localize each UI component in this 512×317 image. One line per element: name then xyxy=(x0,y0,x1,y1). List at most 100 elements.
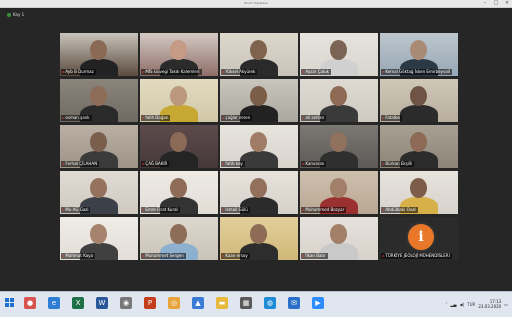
person-head xyxy=(330,132,347,152)
participant-tile[interactable]: ⌀ Muhammet Sergen xyxy=(140,217,218,260)
participant-name: Muhammed Bozyar xyxy=(305,207,345,212)
calculator-icon[interactable]: ▦ xyxy=(240,297,252,309)
participant-tile[interactable]: i ⌀ TÜRKİYE JEOLOJİ MÜHENDİSLERİ xyxy=(380,217,458,260)
maximize-icon[interactable]: □ xyxy=(491,0,501,7)
participant-name: Ferhat ÇİLAHAN xyxy=(65,161,98,166)
muted-mic-icon: ⌀ xyxy=(62,115,65,120)
participant-tile[interactable]: ⌀ Kemal Göktağ İsken Emirbeyvail xyxy=(380,33,458,76)
muted-mic-icon: ⌀ xyxy=(142,207,145,212)
participant-name: İlkan Batır xyxy=(305,253,326,258)
participant-tile[interactable]: ⌀ Ayb B Durmaz xyxy=(60,33,138,76)
minimize-icon[interactable]: – xyxy=(480,0,490,7)
language-label[interactable]: TUR xyxy=(467,302,475,307)
participant-tile[interactable]: ⌀ fatih key xyxy=(220,125,298,168)
excel-icon[interactable]: X xyxy=(72,297,84,309)
participant-name: Kaan ersoy xyxy=(225,253,248,258)
clock[interactable]: 17:13 23.03.2020 xyxy=(478,299,501,309)
person-head xyxy=(90,132,107,152)
taskbar: ● e X W ◉ P ◎ ▲ ▬ ▦ ◍ ✉ ▶ ˄ ▂▄ ◀) TUR 17:13 23.03.20… xyxy=(0,291,512,317)
participant-name: Mahmut Kaya xyxy=(65,253,93,258)
folder-icon[interactable]: ▬ xyxy=(216,297,228,309)
person-head xyxy=(170,224,187,244)
globe-icon[interactable]: ◍ xyxy=(264,297,276,309)
disk-icon[interactable]: ◉ xyxy=(120,297,132,309)
participant-tile[interactable]: ⌀ çağlar ersen xyxy=(220,79,298,122)
meeting-info[interactable]: Kay 1 xyxy=(7,12,24,17)
participant-tile[interactable]: ⌀ ali sertan xyxy=(300,79,378,122)
windows-start-icon[interactable] xyxy=(4,297,16,309)
participant-name: MİS Güvegi Takdı Kalemleri xyxy=(145,69,200,74)
participant-tile[interactable]: ⌀ ÇAĞ BAKIR xyxy=(140,125,218,168)
participant-name-tag: ⌀ TÜRKİYE JEOLOJİ MÜHENDİSLERİ xyxy=(381,253,452,259)
participant-tile[interactable]: ⌀ Abdülbaki Oval xyxy=(380,171,458,214)
participant-tile[interactable]: ⌀ Muhammed Bozyar xyxy=(300,171,378,214)
muted-mic-icon: ⌀ xyxy=(302,161,305,166)
volume-icon[interactable]: ◀) xyxy=(460,302,465,307)
participant-tile[interactable]: ⌀ falih Doğan xyxy=(140,79,218,122)
participant-name: Ismail Gülü xyxy=(225,207,248,212)
person-head xyxy=(90,178,107,198)
participant-name: ali sertan xyxy=(305,115,325,120)
chrome-icon[interactable]: ● xyxy=(24,297,36,309)
participant-tile[interactable]: ⌀ İlkan Batır xyxy=(300,217,378,260)
close-icon[interactable]: × xyxy=(502,0,512,7)
participant-name-tag: ⌀ Emre Fırat Kural xyxy=(141,207,180,213)
person-head xyxy=(170,86,187,106)
participant-name-tag: ⌀ Kemal Göktağ İsken Emirbeyvail xyxy=(381,69,453,75)
person-body xyxy=(400,105,438,122)
muted-mic-icon: ⌀ xyxy=(142,161,145,166)
participant-name: Bürkan Ekşilli xyxy=(385,161,413,166)
participant-name: TÜRKİYE JEOLOJİ MÜHENDİSLERİ xyxy=(385,253,450,258)
participant-name-tag: ⌀ Muhammed Bozyar xyxy=(301,207,347,213)
participant-name-tag: ⌀ Mu AG Gazi xyxy=(61,207,91,213)
participant-tile[interactable]: ⌀ Ayzar Çaluk xyxy=(300,33,378,76)
participant-tile[interactable]: ⌀ Kaan ersoy xyxy=(220,217,298,260)
window-title: Zoom Toplantısı xyxy=(244,1,268,5)
edge-icon[interactable]: e xyxy=(48,297,60,309)
powerpoint-icon[interactable]: P xyxy=(144,297,156,309)
participant-tile[interactable]: ⌀ Mahmut Kaya xyxy=(60,217,138,260)
participant-tile[interactable]: ⌀ Ferhat ÇİLAHAN xyxy=(60,125,138,168)
participant-name-tag: ⌀ Ayzar Çaluk xyxy=(301,69,331,75)
participant-name: ÇAĞ BAKIR xyxy=(145,161,168,166)
muted-mic-icon: ⌀ xyxy=(62,207,65,212)
participant-name-tag: ⌀ Ayb B Durmaz xyxy=(61,69,96,75)
participant-name: Kemal Göktağ İsken Emirbeyvail xyxy=(385,69,451,74)
participant-tile[interactable]: ⌀ Emre Fırat Kural xyxy=(140,171,218,214)
participant-name: Ayzar Çaluk xyxy=(305,69,329,74)
muted-mic-icon: ⌀ xyxy=(222,207,225,212)
participant-tile[interactable]: ⌀ Bürkan Ekşilli xyxy=(380,125,458,168)
muted-mic-icon: ⌀ xyxy=(382,115,385,120)
muted-mic-icon: ⌀ xyxy=(142,69,145,74)
meeting-info-label: Kay 1 xyxy=(13,12,25,17)
meeting-window: Kay 1 ⌀ Ayb B Durmaz ⌀ MİS Güvegi Takdı Kal… xyxy=(0,8,512,291)
muted-mic-icon: ⌀ xyxy=(62,253,65,258)
zoom-icon[interactable]: ▶ xyxy=(312,297,324,309)
participant-name: çağlar ersen xyxy=(225,115,251,120)
shield-icon xyxy=(7,12,11,17)
participant-tile[interactable]: ⌀ Ismail Gülü xyxy=(220,171,298,214)
participant-tile[interactable]: ⌀ Mu AG Gazi xyxy=(60,171,138,214)
participant-tile[interactable]: ⌀ Yüksel Akyürek xyxy=(220,33,298,76)
person-head xyxy=(410,40,427,60)
chevron-up-icon[interactable]: ˄ xyxy=(445,302,447,307)
participant-tile[interactable]: ⌀ Fatalbe xyxy=(380,79,458,122)
person-head xyxy=(330,86,347,106)
photos-icon[interactable]: ▲ xyxy=(192,297,204,309)
participant-name-tag: ⌀ Kanvaran xyxy=(301,161,327,167)
person-head xyxy=(250,86,267,106)
mail-icon[interactable]: ✉ xyxy=(288,297,300,309)
chrome-alt-icon[interactable]: ◎ xyxy=(168,297,180,309)
network-icon[interactable]: ▂▄ xyxy=(450,302,456,307)
participant-name: Yüksel Akyürek xyxy=(225,69,256,74)
participant-tile[interactable]: ⌀ osman şank xyxy=(60,79,138,122)
participant-name-tag: ⌀ çağlar ersen xyxy=(221,115,253,121)
participant-name-tag: ⌀ Muhammet Sergen xyxy=(141,253,186,259)
participant-tile[interactable]: ⌀ Kanvaran xyxy=(300,125,378,168)
notification-icon[interactable]: ▭ xyxy=(504,302,508,307)
participant-tile[interactable]: ⌀ MİS Güvegi Takdı Kalemleri xyxy=(140,33,218,76)
word-icon[interactable]: W xyxy=(96,297,108,309)
person-head xyxy=(170,40,187,60)
participant-name-tag: ⌀ İlkan Batır xyxy=(301,253,328,259)
person-head xyxy=(330,40,347,60)
